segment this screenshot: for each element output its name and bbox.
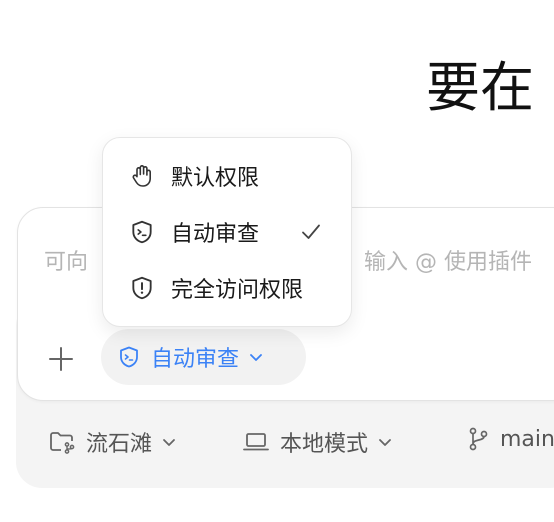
checkmark-icon (302, 224, 320, 239)
menu-item-label: 完全访问权限 (171, 278, 304, 303)
permission-mode-button[interactable]: 自动审查 (101, 329, 306, 385)
laptop-icon (243, 433, 269, 451)
folder-git-icon (50, 432, 75, 454)
menu-item-default-permission[interactable]: 默认权限 (103, 148, 351, 204)
branch-label: main (500, 426, 554, 452)
location-selector[interactable]: 本地模式 (242, 426, 394, 458)
permission-menu: 默认权限 自动审查 完全访问权限 (102, 137, 352, 327)
menu-item-auto-review[interactable]: 自动审查 (103, 204, 351, 260)
branch-selector[interactable]: main (466, 426, 554, 452)
menu-item-label: 默认权限 (171, 166, 260, 191)
permission-mode-label: 自动审查 (151, 347, 240, 372)
shield-terminal-icon (132, 220, 152, 244)
page-title: 要在 (426, 56, 534, 119)
add-button[interactable] (44, 342, 78, 376)
chevron-down-icon (379, 439, 391, 446)
hand-icon (132, 165, 151, 187)
project-selector[interactable]: 流石滩 (48, 426, 178, 458)
chevron-down-icon (163, 439, 175, 446)
project-label: 流石滩 (86, 432, 153, 457)
location-label: 本地模式 (280, 432, 369, 457)
menu-item-full-access[interactable]: 完全访问权限 (103, 260, 351, 316)
shield-terminal-icon (120, 346, 138, 368)
plus-icon (49, 347, 73, 371)
composer-placeholder: 可向 (44, 250, 89, 275)
composer-placeholder-hint: 输入 @ 使用插件 (364, 250, 532, 275)
git-branch-icon (469, 427, 488, 451)
menu-item-label: 自动审查 (171, 222, 260, 247)
chevron-down-icon (250, 354, 262, 361)
shield-alert-icon (132, 276, 152, 300)
